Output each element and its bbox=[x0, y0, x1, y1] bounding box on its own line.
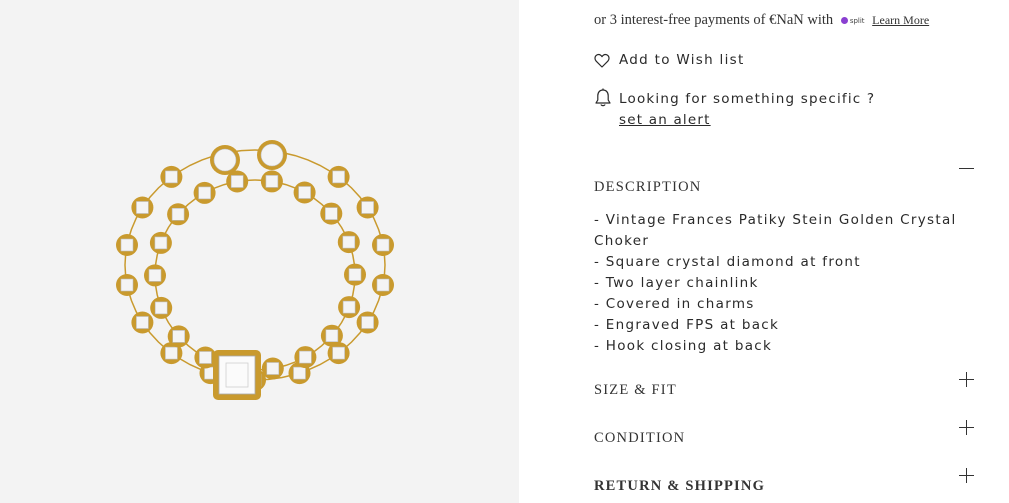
plus-icon-v bbox=[966, 420, 967, 435]
crystal-stone bbox=[165, 346, 178, 360]
crystal-stone bbox=[298, 186, 311, 199]
crystal-stone bbox=[376, 278, 390, 292]
split-logo-text: split bbox=[849, 16, 865, 25]
description-item: - Two layer chainlink bbox=[594, 275, 759, 291]
crystal-stone bbox=[198, 186, 211, 200]
return-shipping-section-header[interactable]: RETURN & SHIPPING bbox=[594, 478, 765, 495]
condition-section-header[interactable]: CONDITION bbox=[594, 430, 685, 447]
learn-more-link[interactable]: Learn More bbox=[872, 13, 929, 27]
crystal-stone bbox=[120, 238, 134, 252]
center-crystal bbox=[218, 355, 256, 395]
crystal-stone bbox=[332, 170, 345, 184]
description-collapse-icon[interactable] bbox=[958, 160, 975, 177]
bracelet-illustration bbox=[116, 140, 394, 400]
size-fit-section-header[interactable]: SIZE & FIT bbox=[594, 382, 677, 399]
crystal-stone bbox=[348, 268, 362, 281]
crystal-stone bbox=[171, 208, 185, 221]
plus-icon-v bbox=[966, 372, 967, 387]
crystal-stone bbox=[342, 300, 356, 314]
crystal-stone bbox=[154, 301, 168, 315]
clasp-stone bbox=[260, 143, 284, 167]
wishlist-label: Add to Wish list bbox=[619, 52, 745, 68]
crystal-stone bbox=[342, 235, 356, 249]
crystal-stone bbox=[299, 350, 312, 364]
add-to-wishlist-button[interactable]: Add to Wish list bbox=[594, 52, 745, 68]
installment-info: or 3 interest-free payments of €NaN with… bbox=[594, 12, 929, 29]
split-logo-mark bbox=[840, 17, 848, 25]
alert-block: Looking for something specific ? set an … bbox=[594, 88, 876, 131]
crystal-stone bbox=[325, 329, 339, 343]
crystal-stone bbox=[361, 316, 374, 329]
heart-icon bbox=[594, 53, 610, 68]
condition-expand-icon[interactable] bbox=[958, 419, 975, 436]
description-section-header[interactable]: DESCRIPTION bbox=[594, 179, 701, 196]
crystal-stone bbox=[230, 175, 244, 188]
return-shipping-expand-icon[interactable] bbox=[958, 467, 975, 484]
description-item: - Covered in charms bbox=[594, 296, 755, 312]
set-alert-link[interactable]: set an alert bbox=[619, 110, 875, 131]
split-logo: split bbox=[840, 16, 865, 25]
crystal-stone bbox=[172, 330, 185, 343]
description-item: - Hook closing at back bbox=[594, 338, 773, 354]
crystal-stone bbox=[199, 351, 212, 364]
installment-text: or 3 interest-free payments of €NaN with bbox=[594, 12, 834, 28]
product-image[interactable] bbox=[0, 0, 519, 503]
description-item: - Engraved FPS at back bbox=[594, 317, 780, 333]
crystal-stone bbox=[293, 366, 306, 380]
crystal-stone bbox=[148, 269, 162, 282]
alert-prompt: Looking for something specific ? bbox=[619, 91, 876, 107]
crystal-stone bbox=[165, 170, 178, 184]
description-item: - Square crystal diamond at front bbox=[594, 254, 861, 270]
clasp-stone bbox=[213, 148, 237, 172]
crystal-stone bbox=[136, 201, 149, 214]
minus-icon bbox=[959, 168, 974, 169]
crystal-stone bbox=[265, 175, 279, 188]
crystal-stone bbox=[120, 278, 134, 292]
plus-icon-v bbox=[966, 468, 967, 483]
size-fit-expand-icon[interactable] bbox=[958, 371, 975, 388]
crystal-stone bbox=[266, 362, 280, 375]
crystal-stone bbox=[376, 238, 390, 252]
crystal-stone bbox=[332, 346, 345, 360]
bell-icon bbox=[595, 88, 611, 107]
crystal-stone bbox=[361, 201, 374, 214]
description-list: - Vintage Frances Patiky Stein Golden Cr… bbox=[594, 210, 979, 357]
crystal-stone bbox=[324, 207, 338, 220]
crystal-stone bbox=[136, 316, 149, 329]
crystal-stone bbox=[154, 236, 168, 250]
description-item: - Vintage Frances Patiky Stein Golden Cr… bbox=[594, 212, 957, 249]
